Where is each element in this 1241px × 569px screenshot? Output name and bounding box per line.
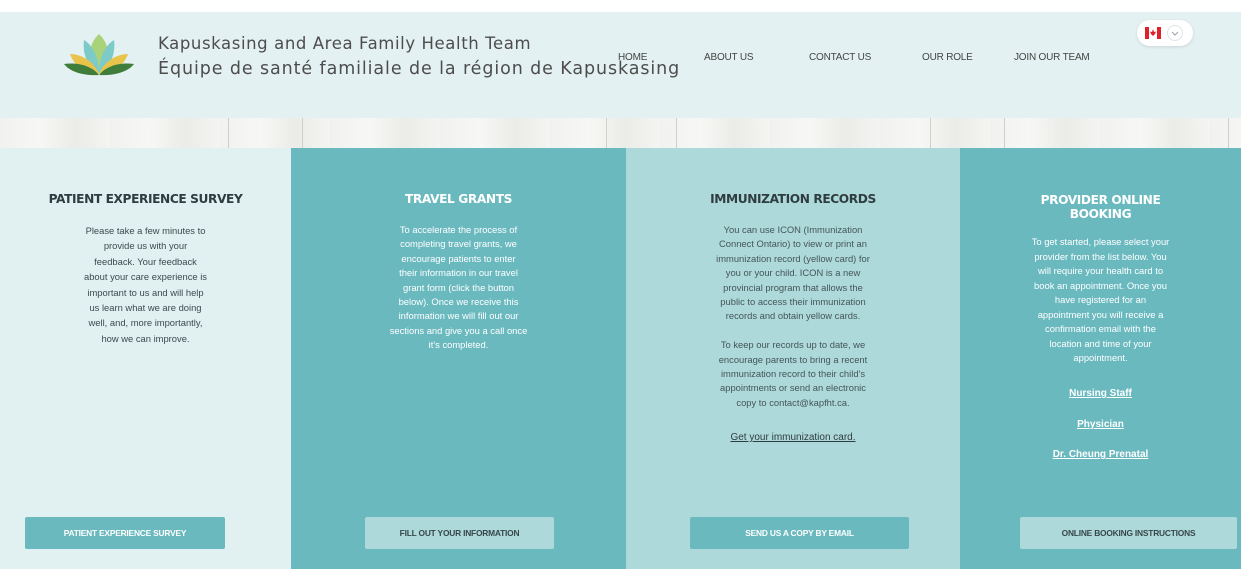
text-line: will require your health card to bbox=[1037, 265, 1164, 276]
panel-description: You can use ICON (Immunization Connect O… bbox=[626, 223, 960, 410]
language-selector[interactable] bbox=[1137, 20, 1193, 46]
text-line: Please take a few minutes to bbox=[85, 225, 206, 236]
text-line: encourage patients to enter bbox=[401, 252, 516, 264]
canada-flag-icon bbox=[1145, 27, 1161, 39]
site-header: Kapuskasing and Area Family Health Team … bbox=[0, 12, 1241, 118]
booking-link-row: Nursing Staff bbox=[960, 388, 1241, 399]
plank-seam bbox=[228, 118, 229, 148]
panel-title: PROVIDER ONLINE BOOKING bbox=[960, 193, 1241, 221]
text-line: appointment. bbox=[1073, 352, 1128, 363]
text-line: sections and give you a call once bbox=[389, 324, 528, 336]
text-line: immunization record (yellow card) for bbox=[716, 252, 870, 264]
text-line: immunization record to their child's bbox=[720, 368, 866, 380]
fill-out-information-button[interactable]: FILL OUT YOUR INFORMATION bbox=[365, 517, 554, 549]
text-line: provincial program that allows the bbox=[723, 281, 863, 293]
nav-about-us[interactable]: ABOUT US bbox=[704, 52, 754, 63]
plank-seam bbox=[1228, 118, 1229, 148]
text-line: records and obtain yellow cards. bbox=[725, 310, 861, 322]
text-line: us learn what we are doing bbox=[89, 302, 202, 314]
text-line: provider from the list below. You bbox=[1034, 250, 1167, 262]
text-line: encourage parents to bring a recent bbox=[718, 353, 868, 365]
text-line: confirmation email with the bbox=[1045, 323, 1156, 334]
booking-link-row: Dr. Cheung Prenatal bbox=[960, 449, 1241, 460]
text-line: have registered for an bbox=[1054, 294, 1147, 305]
text-line: To accelerate the process of bbox=[399, 224, 518, 235]
dr-cheung-prenatal-link[interactable]: Dr. Cheung Prenatal bbox=[1053, 449, 1149, 460]
text-line: feedback. Your feedback bbox=[94, 255, 197, 267]
text-line: completing travel grants, we bbox=[400, 238, 517, 250]
text-line: copy to contact@kapfht.ca. bbox=[736, 396, 850, 408]
text-line: information we will fill out our bbox=[398, 310, 519, 322]
panel-title: IMMUNIZATION RECORDS bbox=[710, 192, 876, 206]
text-line: you or your child. ICON is a new bbox=[725, 267, 861, 279]
nav-join-our-team[interactable]: JOIN OUR TEAM bbox=[1014, 52, 1090, 63]
text-line: You can use ICON (Immunization bbox=[723, 224, 863, 235]
physician-link[interactable]: Physician bbox=[1077, 419, 1124, 430]
provider-online-booking-panel: PROVIDER ONLINE BOOKING To get started, … bbox=[960, 148, 1241, 569]
online-booking-instructions-button[interactable]: ONLINE BOOKING INSTRUCTIONS bbox=[1020, 517, 1237, 549]
wood-texture-strip bbox=[0, 118, 1241, 148]
panel-title-line: PROVIDER ONLINE bbox=[1040, 193, 1161, 207]
text-line: public to access their immunization bbox=[720, 296, 866, 308]
chevron-down-icon bbox=[1167, 25, 1183, 41]
plank-seam bbox=[606, 118, 607, 148]
text-line: To get started, please select your bbox=[1031, 236, 1170, 247]
text-line: To keep our records up to date, we bbox=[720, 339, 866, 351]
brand-name-french[interactable]: Équipe de santé familiale de la région d… bbox=[158, 59, 680, 79]
panel-title: TRAVEL GRANTS bbox=[405, 192, 512, 206]
plank-seam bbox=[302, 118, 303, 148]
text-line: well, and, more importantly, bbox=[88, 317, 203, 329]
nav-contact-us[interactable]: CONTACT US bbox=[809, 52, 871, 63]
text-line: below). Once we receive this bbox=[398, 296, 519, 308]
panel-description: To accelerate the process of completing … bbox=[291, 223, 626, 353]
patient-survey-panel: PATIENT EXPERIENCE SURVEY Please take a … bbox=[0, 148, 291, 569]
nav-our-role[interactable]: OUR ROLE bbox=[922, 52, 973, 63]
nav-home[interactable]: HOME bbox=[618, 52, 647, 63]
panel-title: PATIENT EXPERIENCE SURVEY bbox=[48, 192, 243, 206]
text-line: provide us with your bbox=[103, 240, 188, 252]
nursing-staff-link[interactable]: Nursing Staff bbox=[1069, 388, 1132, 399]
immunization-card-link[interactable]: Get your immunization card. bbox=[730, 432, 855, 443]
text-line: important to us and will help bbox=[87, 286, 204, 298]
text-line: appointment you will receive a bbox=[1037, 308, 1164, 320]
travel-grants-panel: TRAVEL GRANTS To accelerate the process … bbox=[291, 148, 626, 569]
text-line: it's completed. bbox=[428, 339, 489, 351]
panel-title-line: BOOKING bbox=[1069, 207, 1132, 221]
booking-link-row: Physician bbox=[960, 419, 1241, 430]
panel-description: To get started, please select your provi… bbox=[960, 235, 1241, 366]
immunization-records-panel: IMMUNIZATION RECORDS You can use ICON (I… bbox=[626, 148, 960, 569]
text-line: location and time of your bbox=[1049, 337, 1152, 349]
send-copy-by-email-button[interactable]: SEND US A COPY BY EMAIL bbox=[690, 517, 909, 549]
brand-name-english[interactable]: Kapuskasing and Area Family Health Team bbox=[158, 34, 531, 53]
lotus-logo-icon[interactable] bbox=[64, 32, 134, 76]
text-line: Connect Ontario) to view or print an bbox=[719, 238, 867, 250]
panel-description: Please take a few minutes to provide us … bbox=[0, 223, 291, 346]
text-line: about your care experience is bbox=[84, 271, 207, 283]
text-line: appointments or send an electronic bbox=[720, 382, 866, 394]
text-line: their information in our travel bbox=[399, 267, 518, 279]
text-line: book an appointment. Once you bbox=[1034, 279, 1167, 291]
patient-survey-button[interactable]: PATIENT EXPERIENCE SURVEY bbox=[25, 517, 225, 549]
text-line: grant form (click the button bbox=[403, 281, 514, 293]
plank-seam bbox=[676, 118, 677, 148]
immunization-card-link-row: Get your immunization card. bbox=[626, 432, 960, 443]
plank-seam bbox=[1004, 118, 1005, 148]
plank-seam bbox=[930, 118, 931, 148]
text-line: how we can improve. bbox=[101, 332, 190, 344]
